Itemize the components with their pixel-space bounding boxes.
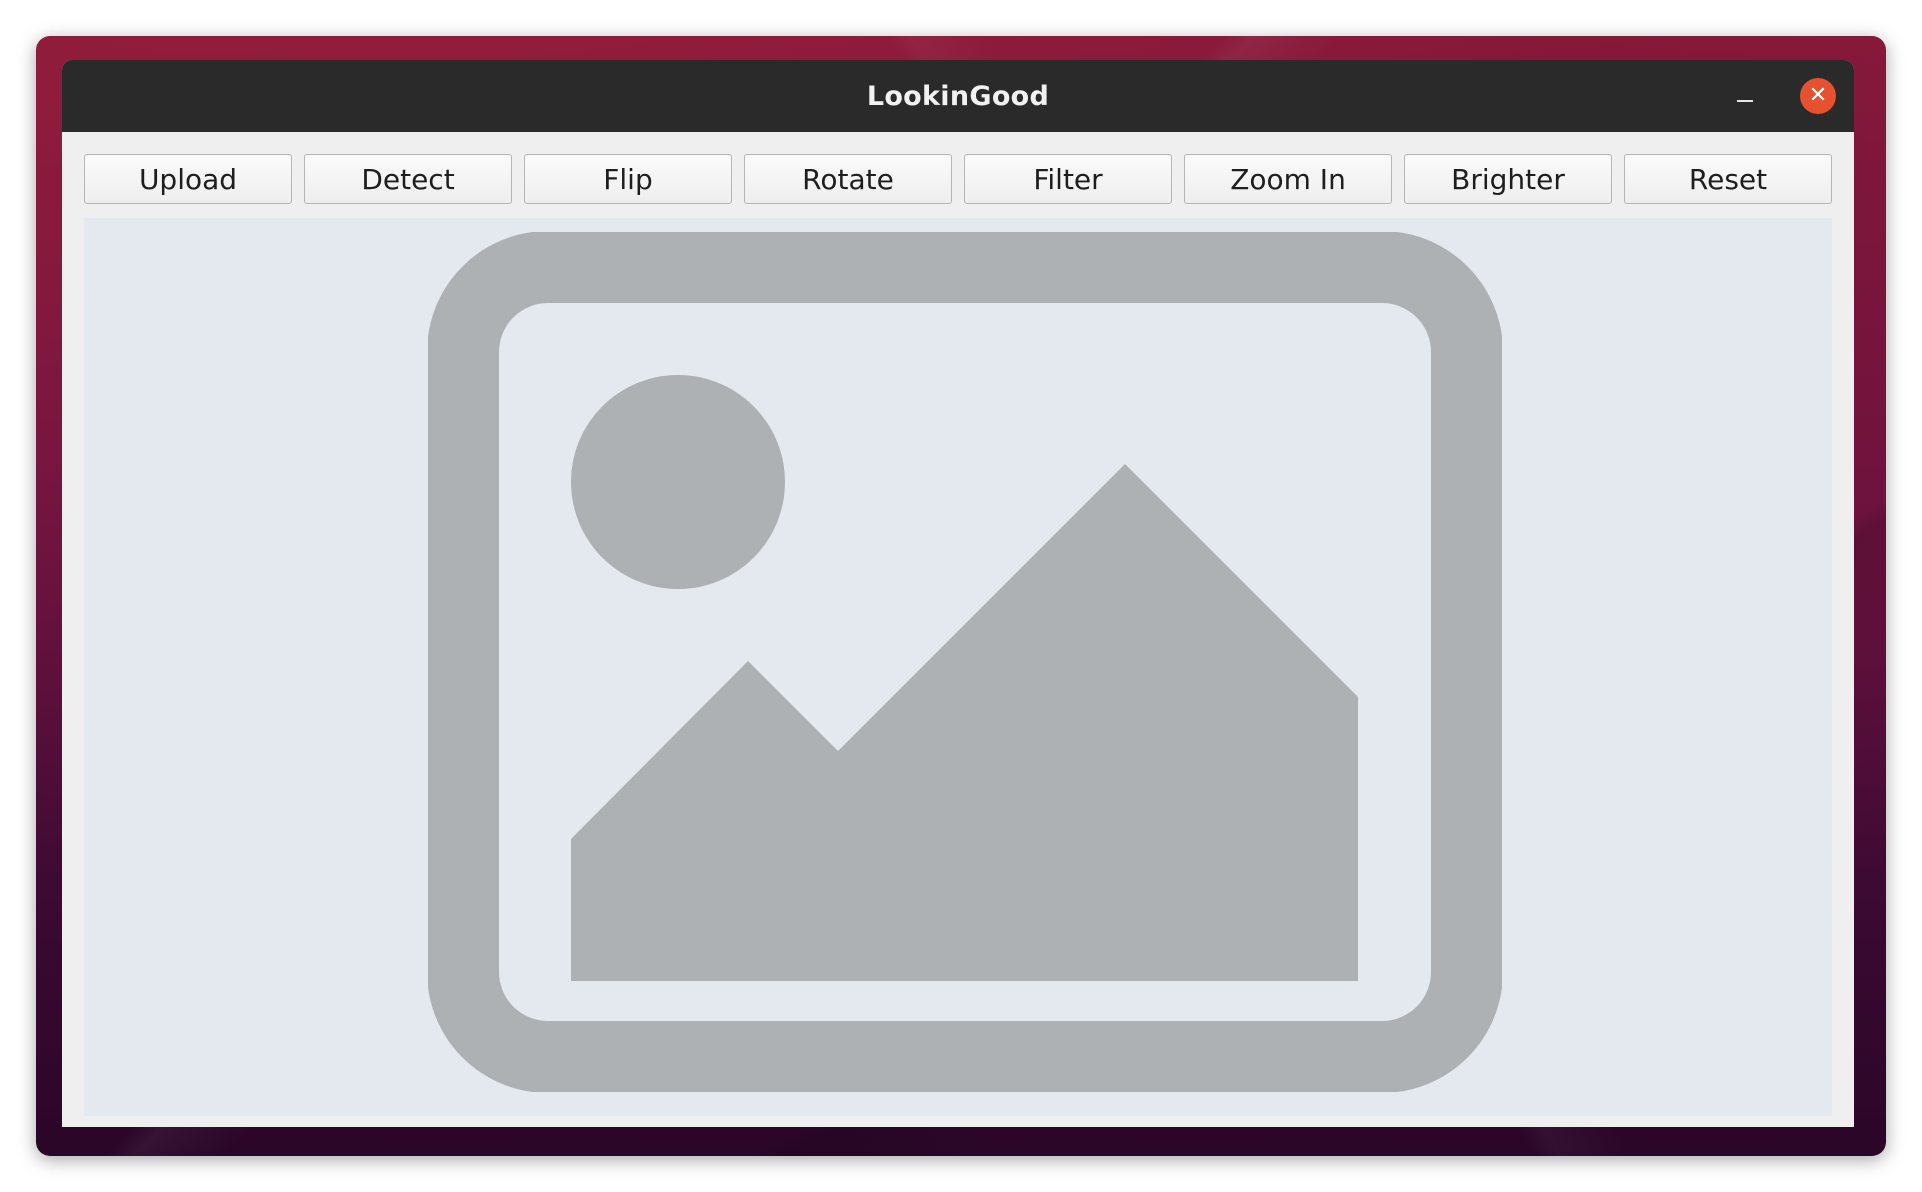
minimize-icon xyxy=(1737,100,1753,102)
window-title: LookinGood xyxy=(866,80,1050,112)
reset-button[interactable]: Reset xyxy=(1624,154,1832,204)
flip-button[interactable]: Flip xyxy=(524,154,732,204)
brighter-button[interactable]: Brighter xyxy=(1404,154,1612,204)
zoom-in-button[interactable]: Zoom In xyxy=(1184,154,1392,204)
toolbar: Upload Detect Flip Rotate Filter Zoom In… xyxy=(84,154,1832,204)
desktop-background: LookinGood ✕ Upload Detect Flip Rotate F… xyxy=(36,36,1886,1156)
minimize-button[interactable] xyxy=(1728,79,1762,113)
close-icon: ✕ xyxy=(1808,83,1828,108)
main-content: Upload Detect Flip Rotate Filter Zoom In… xyxy=(62,132,1854,1127)
rotate-button[interactable]: Rotate xyxy=(744,154,952,204)
placeholder-sun xyxy=(571,375,785,589)
title-bar[interactable]: LookinGood ✕ xyxy=(62,60,1854,132)
detect-button[interactable]: Detect xyxy=(304,154,512,204)
close-button[interactable]: ✕ xyxy=(1800,78,1836,114)
filter-button[interactable]: Filter xyxy=(964,154,1172,204)
app-window: LookinGood ✕ Upload Detect Flip Rotate F… xyxy=(62,60,1854,1127)
upload-button[interactable]: Upload xyxy=(84,154,292,204)
image-canvas[interactable] xyxy=(84,218,1832,1116)
image-placeholder-icon xyxy=(428,232,1502,1092)
